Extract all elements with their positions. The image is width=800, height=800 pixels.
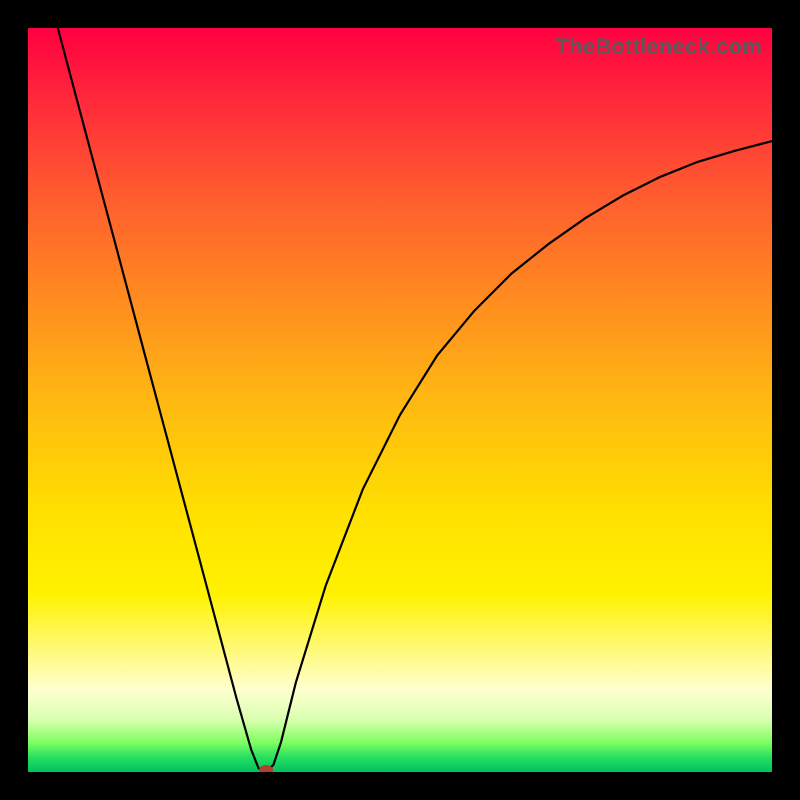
plot-area: TheBottleneck.com [28,28,772,772]
bottleneck-curve [58,28,772,772]
curve-layer [28,28,772,772]
chart-frame: TheBottleneck.com [0,0,800,800]
